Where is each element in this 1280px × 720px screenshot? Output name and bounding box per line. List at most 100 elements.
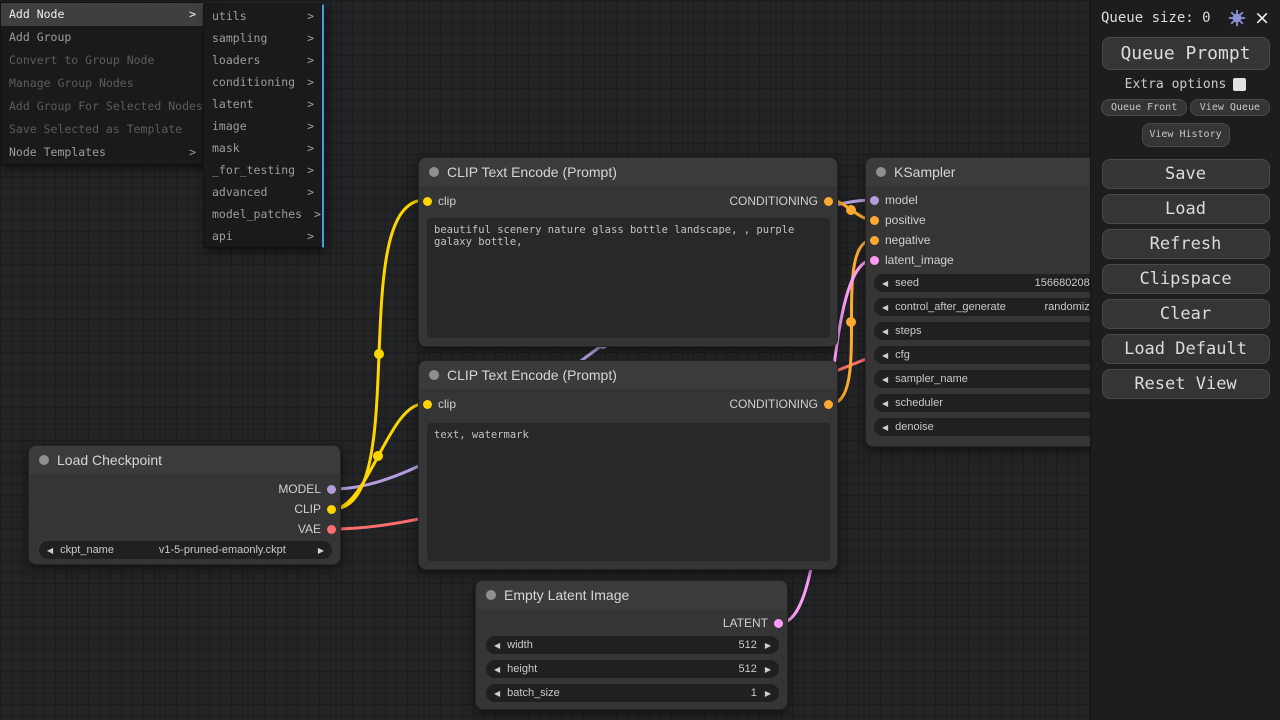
decrement-arrow-icon[interactable]: ◀: [882, 303, 888, 312]
decrement-arrow-icon[interactable]: ◀: [494, 689, 500, 698]
output-slot-model[interactable]: MODEL: [272, 480, 336, 498]
widget-sampler-name[interactable]: ◀ sampler_name ▶: [874, 370, 1118, 388]
clear-button[interactable]: Clear: [1102, 299, 1270, 329]
input-slot-negative[interactable]: negative: [870, 231, 936, 249]
input-slot-clip[interactable]: clip: [423, 192, 462, 210]
menu-item-add-node[interactable]: Add Node >: [1, 3, 204, 26]
widget-batch-size[interactable]: ◀ batch_size 1 ▶: [486, 684, 779, 702]
input-slot-model[interactable]: model: [870, 191, 924, 209]
view-history-button[interactable]: View History: [1142, 123, 1230, 147]
node-header[interactable]: Load Checkpoint: [29, 446, 340, 474]
input-slot-latent-image[interactable]: latent_image: [870, 251, 960, 269]
slot-dot-clip[interactable]: [423, 400, 432, 409]
slot-dot-clip[interactable]: [423, 197, 432, 206]
decrement-arrow-icon[interactable]: ◀: [882, 375, 888, 384]
menu-item-manage-group-nodes: Manage Group Nodes: [1, 72, 204, 95]
menu-item-node-templates[interactable]: Node Templates >: [1, 141, 204, 164]
decrement-arrow-icon[interactable]: ◀: [882, 327, 888, 336]
slot-dot-negative[interactable]: [870, 236, 879, 245]
increment-arrow-icon[interactable]: ▶: [765, 641, 771, 650]
collapse-dot-icon[interactable]: [429, 370, 439, 380]
widget-ckpt-name[interactable]: ◀ ckpt_name v1-5-pruned-emaonly.ckpt ▶: [39, 541, 332, 559]
slot-dot-positive[interactable]: [870, 216, 879, 225]
widget-steps[interactable]: ◀ steps ▶: [874, 322, 1118, 340]
node-clip-text-encode-2[interactable]: CLIP Text Encode (Prompt) clip CONDITION…: [418, 360, 838, 570]
node-load-checkpoint[interactable]: Load Checkpoint MODEL CLIP VAE ◀ ckpt_na…: [28, 445, 341, 565]
submenu-item-advanced[interactable]: advanced >: [204, 181, 322, 203]
widget-seed[interactable]: ◀ seed 1566802087 ▶: [874, 274, 1118, 292]
prompt-textarea[interactable]: beautiful scenery nature glass bottle la…: [427, 218, 830, 338]
decrement-arrow-icon[interactable]: ◀: [882, 351, 888, 360]
node-empty-latent-image[interactable]: Empty Latent Image LATENT ◀ width 512 ▶ …: [475, 580, 788, 710]
output-slot-conditioning[interactable]: CONDITIONING: [723, 395, 833, 413]
widget-label: steps: [895, 325, 921, 337]
increment-arrow-icon[interactable]: ▶: [318, 546, 324, 555]
node-clip-text-encode-1[interactable]: CLIP Text Encode (Prompt) clip CONDITION…: [418, 157, 838, 347]
output-slot-conditioning[interactable]: CONDITIONING: [723, 192, 833, 210]
widget-width[interactable]: ◀ width 512 ▶: [486, 636, 779, 654]
input-slot-clip[interactable]: clip: [423, 395, 462, 413]
slot-dot-model[interactable]: [870, 196, 879, 205]
submenu-item-api[interactable]: api >: [204, 225, 322, 247]
view-queue-button[interactable]: View Queue: [1190, 99, 1270, 116]
close-sidebar-icon[interactable]: ×: [1254, 10, 1270, 26]
clipspace-button[interactable]: Clipspace: [1102, 264, 1270, 294]
increment-arrow-icon[interactable]: ▶: [765, 689, 771, 698]
submenu-item-image[interactable]: image >: [204, 115, 322, 137]
decrement-arrow-icon[interactable]: ◀: [494, 665, 500, 674]
load-default-button[interactable]: Load Default: [1102, 334, 1270, 364]
submenu-item-mask[interactable]: mask >: [204, 137, 322, 159]
submenu-item-latent[interactable]: latent >: [204, 93, 322, 115]
submenu-item-utils[interactable]: utils >: [204, 5, 322, 27]
slot-dot-clip[interactable]: [327, 505, 336, 514]
widget-scheduler[interactable]: ◀ scheduler ▶: [874, 394, 1118, 412]
decrement-arrow-icon[interactable]: ◀: [47, 546, 53, 555]
submenu-item-sampling[interactable]: sampling >: [204, 27, 322, 49]
slot-label: latent_image: [885, 253, 954, 267]
submenu-arrow-icon: >: [307, 137, 314, 159]
submenu-item-loaders[interactable]: loaders >: [204, 49, 322, 71]
refresh-button[interactable]: Refresh: [1102, 229, 1270, 259]
node-ksampler[interactable]: KSampler model positive negative latent_…: [865, 157, 1125, 447]
widget-cfg[interactable]: ◀ cfg ▶: [874, 346, 1118, 364]
submenu-item-conditioning[interactable]: conditioning >: [204, 71, 322, 93]
slot-dot-conditioning[interactable]: [824, 400, 833, 409]
queue-prompt-button[interactable]: Queue Prompt: [1102, 37, 1270, 70]
slot-dot-model[interactable]: [327, 485, 336, 494]
node-header[interactable]: CLIP Text Encode (Prompt): [419, 361, 837, 389]
extra-options-checkbox[interactable]: [1233, 78, 1246, 91]
node-header[interactable]: KSampler: [866, 158, 1124, 186]
collapse-dot-icon[interactable]: [429, 167, 439, 177]
save-button[interactable]: Save: [1102, 159, 1270, 189]
widget-denoise[interactable]: ◀ denoise ▶: [874, 418, 1118, 436]
reset-view-button[interactable]: Reset View: [1102, 369, 1270, 399]
widget-control-after-generate[interactable]: ◀ control_after_generate randomize ▶: [874, 298, 1118, 316]
widget-height[interactable]: ◀ height 512 ▶: [486, 660, 779, 678]
slot-dot-latent-image[interactable]: [870, 256, 879, 265]
output-slot-vae[interactable]: VAE: [292, 520, 336, 538]
submenu-item-model-patches[interactable]: model_patches >: [204, 203, 322, 225]
prompt-textarea[interactable]: text, watermark: [427, 423, 830, 561]
node-header[interactable]: CLIP Text Encode (Prompt): [419, 158, 837, 186]
output-slot-clip[interactable]: CLIP: [288, 500, 336, 518]
collapse-dot-icon[interactable]: [876, 167, 886, 177]
decrement-arrow-icon[interactable]: ◀: [882, 279, 888, 288]
decrement-arrow-icon[interactable]: ◀: [494, 641, 500, 650]
slot-dot-conditioning[interactable]: [824, 197, 833, 206]
input-slot-positive[interactable]: positive: [870, 211, 932, 229]
slot-dot-latent[interactable]: [774, 619, 783, 628]
increment-arrow-icon[interactable]: ▶: [765, 665, 771, 674]
settings-gear-icon[interactable]: [1228, 9, 1246, 27]
load-button[interactable]: Load: [1102, 194, 1270, 224]
node-header[interactable]: Empty Latent Image: [476, 581, 787, 609]
slot-dot-vae[interactable]: [327, 525, 336, 534]
collapse-dot-icon[interactable]: [39, 455, 49, 465]
decrement-arrow-icon[interactable]: ◀: [882, 399, 888, 408]
collapse-dot-icon[interactable]: [486, 590, 496, 600]
menu-item-add-group[interactable]: Add Group: [1, 26, 204, 49]
queue-front-button[interactable]: Queue Front: [1101, 99, 1187, 116]
submenu-item-for-testing[interactable]: _for_testing >: [204, 159, 322, 181]
output-slot-latent[interactable]: LATENT: [717, 614, 783, 632]
decrement-arrow-icon[interactable]: ◀: [882, 423, 888, 432]
slot-label: clip: [438, 194, 456, 208]
